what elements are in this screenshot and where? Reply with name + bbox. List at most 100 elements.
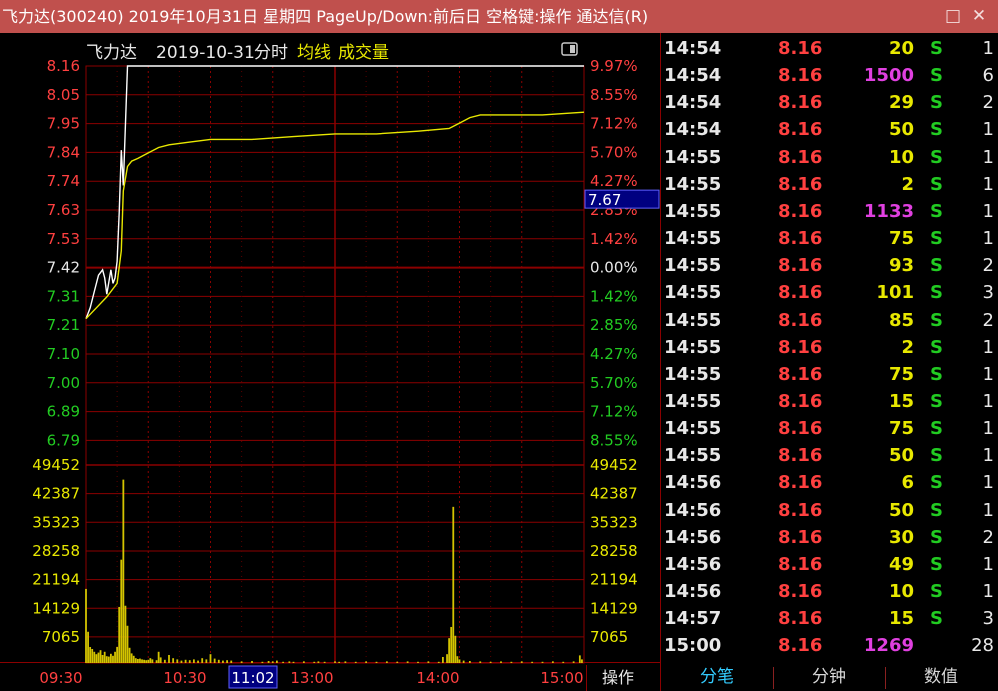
tick-row[interactable]: 14:56 8.16 6 S 1 bbox=[662, 469, 998, 496]
tick-row[interactable]: 14:55 8.16 75 S 1 bbox=[662, 415, 998, 442]
close-icon[interactable]: ✕ bbox=[968, 0, 990, 33]
tick-side: S bbox=[930, 363, 943, 385]
tick-volume: 2 bbox=[901, 173, 914, 195]
tick-time: 14:54 bbox=[664, 38, 722, 59]
pct-tick-label: 1.42% bbox=[590, 287, 638, 305]
chart-header: 飞力达 2019-10-31 分时 均线 成交量 bbox=[86, 42, 578, 63]
pct-tick-label: 8.55% bbox=[590, 86, 638, 104]
tick-row[interactable]: 14:55 8.16 75 S 1 bbox=[662, 225, 998, 252]
volume-bar bbox=[489, 661, 492, 663]
tick-row[interactable]: 14:56 8.16 30 S 2 bbox=[662, 524, 998, 551]
volume-bar bbox=[172, 658, 175, 663]
tick-row[interactable]: 14:55 8.16 93 S 2 bbox=[662, 252, 998, 279]
pct-tick-label: 0.00% bbox=[590, 259, 638, 277]
window-title: 飞力达(300240) 2019年10月31日 星期四 PageUp/Down:… bbox=[2, 7, 649, 26]
tick-row[interactable]: 14:56 8.16 50 S 1 bbox=[662, 497, 998, 524]
tick-list[interactable]: 14:54 8.16 20 S 1 14:54 8.16 1500 S 6 14:54 8.16 29 S… bbox=[662, 33, 998, 661]
volume-bar bbox=[282, 661, 285, 663]
tick-row[interactable]: 15:00 8.16 1269 28 bbox=[662, 632, 998, 659]
tick-row[interactable]: 14:54 8.16 50 S 1 bbox=[662, 116, 998, 143]
tick-count: 6 bbox=[982, 65, 994, 87]
volume-bar bbox=[112, 655, 114, 663]
volume-bar bbox=[276, 660, 278, 663]
tick-time: 14:55 bbox=[664, 255, 722, 277]
tick-volume: 101 bbox=[876, 282, 914, 304]
tick-volume: 75 bbox=[888, 363, 914, 385]
tick-count: 1 bbox=[982, 363, 994, 385]
tick-side: S bbox=[930, 390, 943, 412]
pct-tick-label: 1.42% bbox=[590, 230, 638, 248]
tick-row[interactable]: 14:55 8.16 1133 S 1 bbox=[662, 198, 998, 225]
tick-row[interactable]: 14:55 8.16 2 S 1 bbox=[662, 171, 998, 198]
volume-tick-label: 49452 bbox=[32, 456, 80, 474]
tick-side: S bbox=[930, 499, 943, 521]
tick-row[interactable]: 14:57 8.16 15 S 3 bbox=[662, 605, 998, 632]
volume-bar bbox=[385, 661, 388, 663]
tick-row[interactable]: 14:54 8.16 29 S 2 bbox=[662, 89, 998, 116]
volume-bar bbox=[128, 647, 131, 663]
tick-side: S bbox=[930, 418, 943, 440]
volume-bar bbox=[541, 661, 544, 663]
volume-bar bbox=[344, 661, 347, 663]
intraday-chart-panel[interactable]: 8.16 9.97% 8.05 8.55% 7.95 7.12% 7.84 5.70% 7.74… bbox=[0, 33, 661, 691]
tick-count: 1 bbox=[982, 228, 994, 250]
operate-button[interactable]: 操作 bbox=[602, 668, 634, 687]
tick-row[interactable]: 14:54 8.16 1500 S 6 bbox=[662, 62, 998, 89]
tick-time: 14:55 bbox=[664, 200, 722, 222]
tick-count: 1 bbox=[982, 38, 994, 59]
tab-separator bbox=[885, 667, 886, 689]
tab-minutes[interactable]: 分钟 bbox=[773, 663, 885, 691]
tick-side: S bbox=[930, 200, 943, 222]
tick-count: 2 bbox=[982, 309, 994, 331]
volume-bar bbox=[442, 656, 444, 663]
tick-side: S bbox=[930, 92, 943, 114]
tick-price: 8.16 bbox=[778, 228, 823, 250]
volume-right-tick-label: 28258 bbox=[590, 542, 638, 560]
price-tick-label: 7.74 bbox=[47, 172, 80, 190]
tick-row[interactable]: 14:55 8.16 75 S 1 bbox=[662, 361, 998, 388]
volume-right-tick-label: 7065 bbox=[590, 628, 628, 646]
tick-price: 8.16 bbox=[778, 445, 823, 467]
price-marker-value: 7.67 bbox=[588, 191, 621, 209]
tick-side: S bbox=[930, 282, 943, 304]
volume-bar bbox=[180, 660, 183, 663]
tick-row[interactable]: 14:55 8.16 101 S 3 bbox=[662, 279, 998, 306]
tick-row[interactable]: 14:54 8.16 20 S 1 bbox=[662, 35, 998, 62]
tick-price: 8.16 bbox=[778, 173, 823, 195]
tick-row[interactable]: 14:55 8.16 2 S 1 bbox=[662, 334, 998, 361]
tick-time: 14:55 bbox=[664, 336, 722, 358]
volume-bar bbox=[114, 651, 116, 663]
volume-bar bbox=[578, 655, 581, 663]
price-tick-label: 7.84 bbox=[47, 143, 80, 161]
tick-price: 8.16 bbox=[778, 200, 823, 222]
tick-volume: 50 bbox=[888, 119, 914, 141]
price-tick-label: 7.10 bbox=[47, 345, 80, 363]
intraday-chart[interactable]: 8.16 9.97% 8.05 8.55% 7.95 7.12% 7.84 5.70% 7.74… bbox=[0, 33, 661, 691]
pct-tick-label: 2.85% bbox=[590, 316, 638, 334]
chart-grid bbox=[0, 33, 661, 691]
volume-bar bbox=[188, 660, 191, 663]
tick-row[interactable]: 14:56 8.16 49 S 1 bbox=[662, 551, 998, 578]
tick-side: S bbox=[930, 173, 943, 195]
price-tick-label: 8.16 bbox=[47, 57, 80, 75]
tab-values[interactable]: 数值 bbox=[885, 663, 997, 691]
tick-row[interactable]: 14:55 8.16 50 S 1 bbox=[662, 442, 998, 469]
chart-date: 2019-10-31 bbox=[156, 43, 255, 63]
tick-row[interactable]: 14:55 8.16 15 S 1 bbox=[662, 388, 998, 415]
tick-side: S bbox=[930, 445, 943, 467]
volume-bar bbox=[217, 659, 220, 663]
pct-tick-label: 7.12% bbox=[590, 403, 638, 421]
tick-row[interactable]: 14:56 8.16 10 S 1 bbox=[662, 578, 998, 605]
tick-count: 3 bbox=[982, 608, 994, 630]
tick-row[interactable]: 14:55 8.16 85 S 2 bbox=[662, 307, 998, 334]
tab-ticks[interactable]: 分笔 bbox=[661, 663, 773, 691]
volume-bar bbox=[176, 659, 179, 663]
tick-row[interactable]: 14:55 8.16 10 S 1 bbox=[662, 144, 998, 171]
volume-bar bbox=[456, 656, 459, 663]
volume-bar bbox=[143, 659, 145, 663]
volume-bar bbox=[446, 654, 448, 663]
maximize-icon[interactable]: □ bbox=[942, 0, 964, 33]
volume-bar bbox=[157, 651, 160, 663]
volume-bar bbox=[118, 606, 121, 663]
volume-bar bbox=[417, 661, 419, 663]
